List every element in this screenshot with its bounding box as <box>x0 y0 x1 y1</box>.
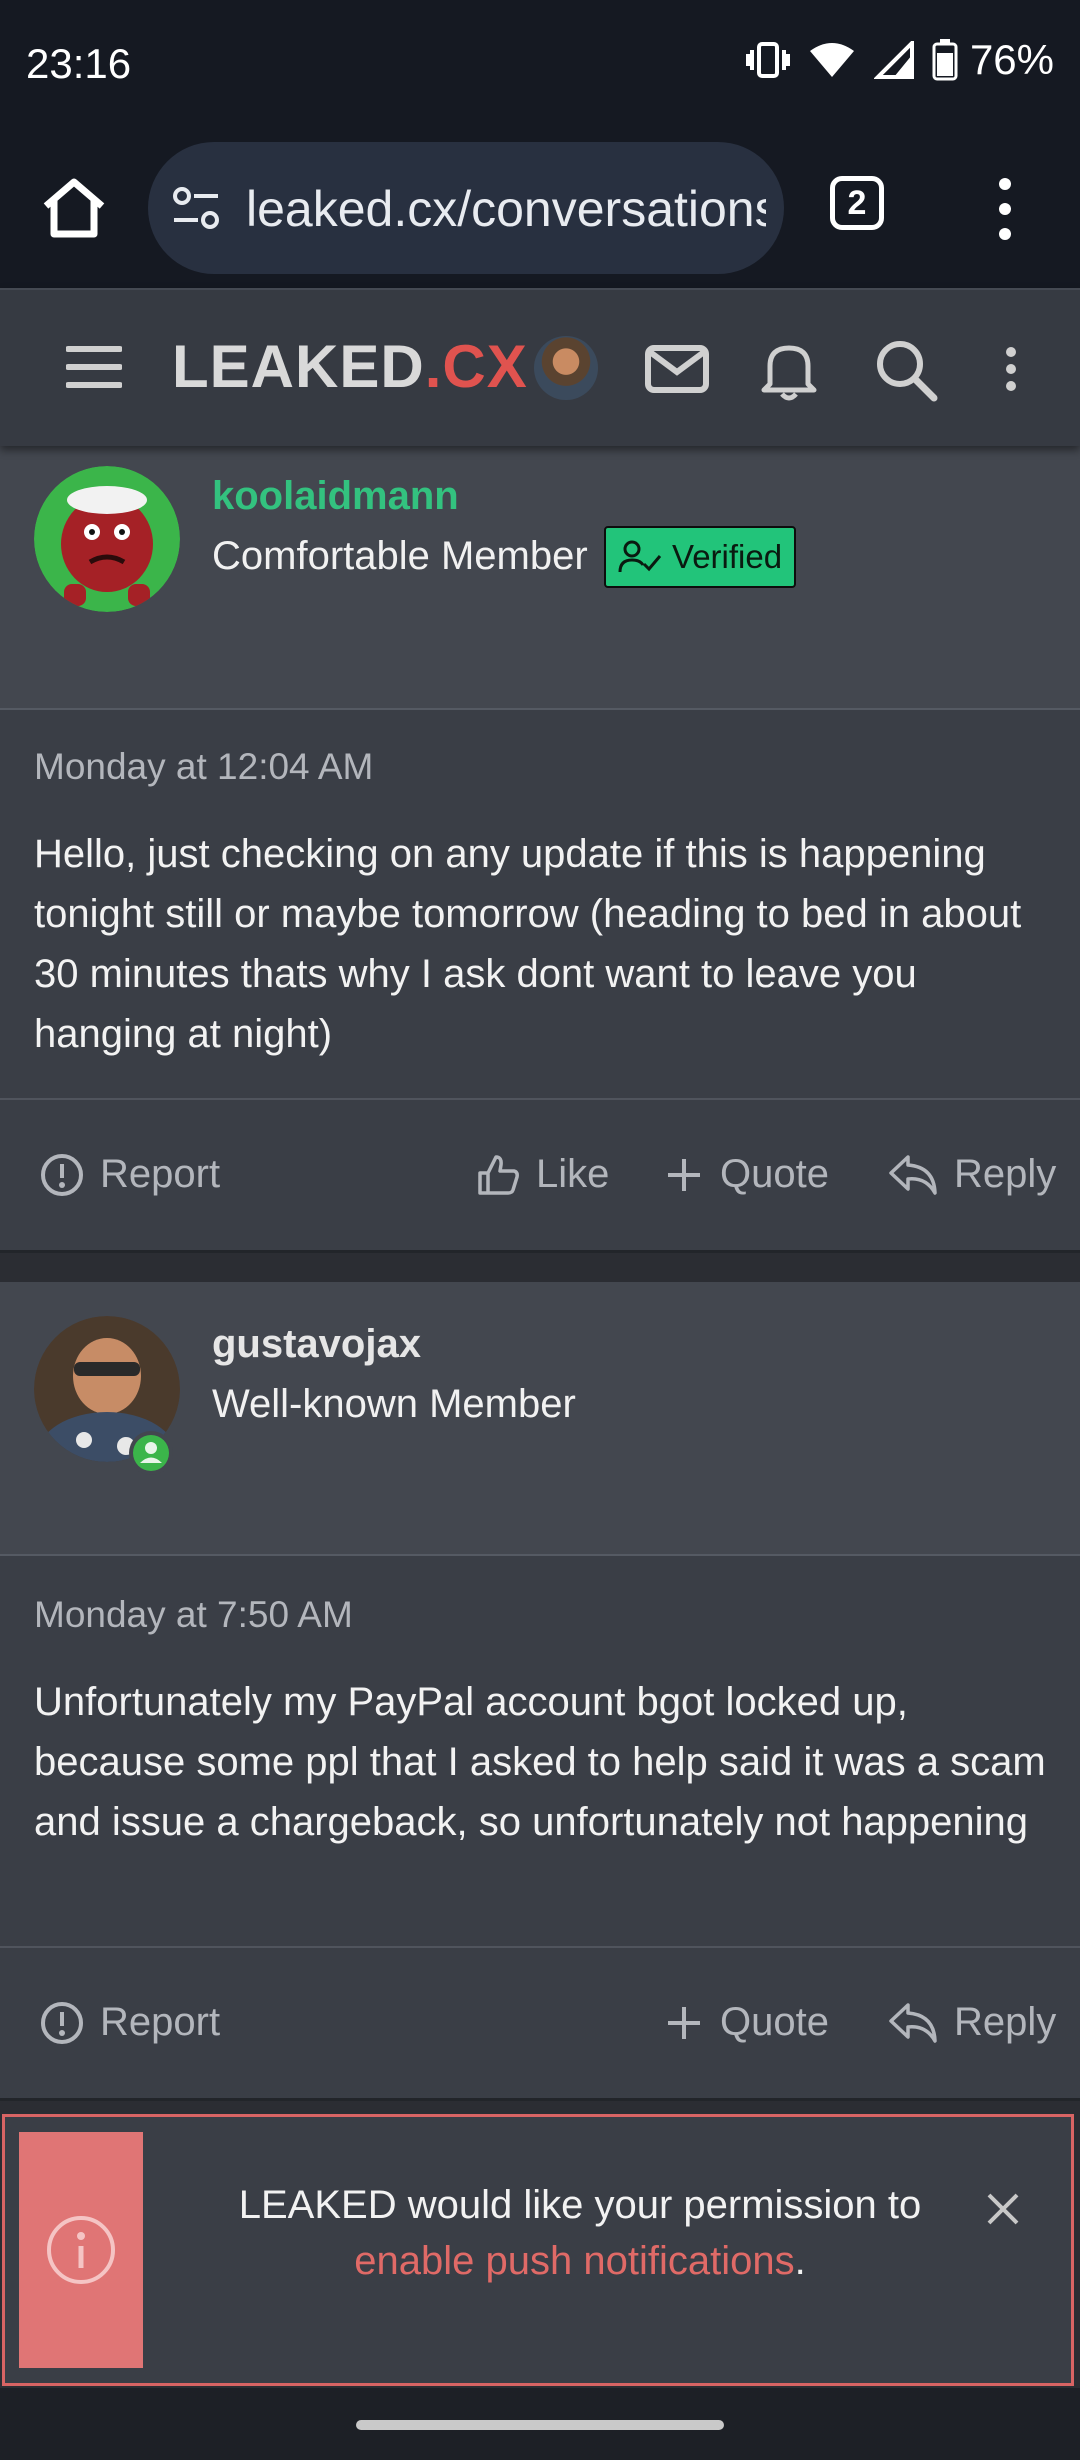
hamburger-menu-icon[interactable] <box>66 344 122 390</box>
reply-button[interactable]: Reply <box>888 2000 1056 2045</box>
vibrate-icon <box>745 42 790 78</box>
more-options-icon[interactable] <box>996 336 1026 402</box>
user-title: Comfortable Member <box>212 534 588 578</box>
post-body: Unfortunately my PayPal account bgot loc… <box>34 1680 1046 1844</box>
close-icon[interactable] <box>983 2189 1023 2229</box>
system-nav-bar <box>0 2388 1080 2460</box>
plus-icon <box>668 2006 700 2039</box>
logo-main: LEAKED <box>172 333 425 400</box>
post-actions: Report Like Quote Reply <box>0 1098 1080 1250</box>
thumbs-up-icon <box>478 1154 519 1195</box>
battery-percent: 76% <box>969 36 1054 83</box>
site-settings-icon[interactable] <box>172 186 220 230</box>
report-label: Report <box>100 2000 221 2044</box>
like-button[interactable]: Like <box>476 1152 609 1197</box>
browser-toolbar: leaked.cx/conversations 2 <box>0 130 1080 288</box>
user-title: Well-known Member <box>212 1382 576 1426</box>
reply-icon <box>889 2002 937 2043</box>
quote-label: Quote <box>720 1152 829 1196</box>
user-check-icon <box>618 540 662 573</box>
enable-push-link[interactable]: enable push notifications <box>354 2239 794 2283</box>
reply-button[interactable]: Reply <box>888 1152 1056 1197</box>
alert-circle-icon <box>41 2001 83 2044</box>
notice-icon-box <box>19 2132 143 2368</box>
reply-label: Reply <box>954 1152 1057 1196</box>
user-avatar[interactable] <box>34 466 180 612</box>
browser-menu-icon[interactable] <box>990 174 1020 244</box>
quote-button[interactable]: Quote <box>664 1152 829 1197</box>
tab-switcher-button[interactable]: 2 <box>830 176 884 230</box>
alert-circle-icon <box>41 1153 83 1196</box>
report-button[interactable]: Report <box>40 2000 220 2045</box>
verified-label: Verified <box>672 538 783 575</box>
notice-text: LEAKED would like your permission to <box>238 2183 922 2227</box>
post-user-info: gustavojax Well-known Member <box>0 1282 1080 1556</box>
url-text[interactable]: leaked.cx/conversations <box>246 180 766 238</box>
quote-button[interactable]: Quote <box>664 2000 829 2045</box>
plus-icon <box>668 1158 700 1191</box>
site-header: LEAKED.CX <box>0 288 1080 446</box>
quote-label: Quote <box>720 2000 829 2044</box>
home-gesture-handle[interactable] <box>356 2420 724 2430</box>
verified-badge: Verified <box>604 526 797 588</box>
report-label: Report <box>100 1152 221 1196</box>
bell-icon[interactable] <box>756 336 822 402</box>
status-bar: 23:16 76% <box>0 0 1080 130</box>
address-bar[interactable]: leaked.cx/conversations <box>148 142 784 274</box>
status-icons: 76% <box>745 36 1054 84</box>
site-logo[interactable]: LEAKED.CX <box>172 332 528 401</box>
notice-period: . <box>794 2239 806 2283</box>
username-link[interactable]: koolaidmann <box>212 474 459 519</box>
logo-accent: .CX <box>424 333 528 400</box>
mail-icon[interactable] <box>644 336 710 402</box>
reply-icon <box>889 1154 937 1195</box>
message-post: koolaidmann Comfortable Member Verified … <box>0 444 1080 1253</box>
push-notification-banner: LEAKED would like your permission to ena… <box>2 2114 1074 2386</box>
report-button[interactable]: Report <box>40 1152 220 1197</box>
post-actions: Report Quote Reply <box>0 1946 1080 2098</box>
post-body: Hello, just checking on any update if th… <box>34 832 1022 1056</box>
notice-message: LEAKED would like your permission to ena… <box>185 2177 975 2289</box>
status-time: 23:16 <box>26 40 132 87</box>
online-status-icon <box>129 1431 173 1475</box>
wifi-icon <box>809 43 854 77</box>
signal-icon <box>873 41 914 79</box>
post-date[interactable]: Monday at 12:04 AM <box>34 746 373 788</box>
search-icon[interactable] <box>872 336 938 402</box>
post-user-info: koolaidmann Comfortable Member Verified <box>0 444 1080 710</box>
username-link[interactable]: gustavojax <box>212 1322 421 1367</box>
reply-label: Reply <box>954 2000 1057 2044</box>
like-label: Like <box>536 1152 610 1196</box>
post-date[interactable]: Monday at 7:50 AM <box>34 1594 353 1636</box>
battery-icon <box>932 39 958 81</box>
info-icon <box>47 2216 115 2284</box>
message-post: gustavojax Well-known Member Monday at 7… <box>0 1282 1080 2101</box>
account-avatar[interactable] <box>534 336 598 400</box>
home-icon[interactable] <box>36 170 112 246</box>
